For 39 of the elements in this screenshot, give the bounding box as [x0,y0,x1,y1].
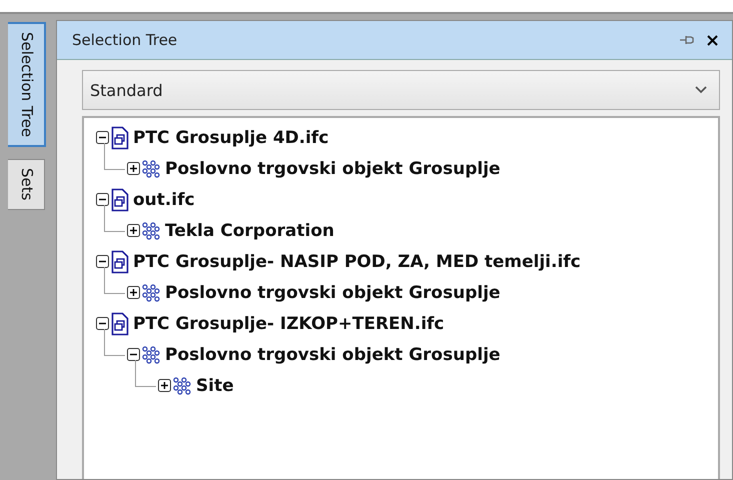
tree-line [104,329,125,356]
minus-icon[interactable] [96,317,109,330]
plus-icon[interactable] [127,286,140,299]
plus-icon[interactable] [158,379,171,392]
dots-icon [142,160,161,178]
dots-icon [173,376,192,394]
dropdown[interactable]: Standard [82,70,720,110]
tree-line [104,205,125,232]
tree-item[interactable]: PTC Grosuplje 4D.ifc [133,128,329,148]
plus-icon[interactable] [127,162,140,175]
tree-item[interactable]: Poslovno trgovski objekt Grosuplje [165,158,500,178]
dots-icon [142,222,161,240]
tree-item[interactable]: Poslovno trgovski objekt Grosuplje [165,344,500,364]
dots-icon [142,284,161,302]
document-icon [111,250,129,274]
tree-line [104,267,125,294]
document-icon [111,188,129,212]
pin-icon[interactable] [679,34,695,46]
chevron-icon [695,86,707,94]
document-icon [111,126,129,150]
close-icon[interactable] [707,34,718,46]
tree-item[interactable]: Poslovno trgovski objekt Grosuplje [165,282,500,302]
minus-icon[interactable] [127,348,140,361]
side-tab[interactable]: Selection Tree [8,22,46,148]
plus-icon[interactable] [127,224,140,237]
minus-icon[interactable] [96,193,109,206]
tree-item[interactable]: Site [196,376,234,396]
document-icon [111,312,129,336]
panel-title: Selection Tree [72,31,178,49]
tree-item[interactable]: out.ifc [133,190,195,210]
tree-line [104,143,125,170]
minus-icon[interactable] [96,255,109,268]
tree-item[interactable]: PTC Grosuplje- IZKOP+TEREN.ifc [133,314,444,334]
tree-item[interactable]: Tekla Corporation [165,220,334,240]
dots-icon [142,346,161,364]
side-tab[interactable]: Sets [8,159,45,210]
tree-item[interactable]: PTC Grosuplje- NASIP POD, ZA, MED temelji.ifc [133,252,581,272]
tree-line [135,360,156,387]
minus-icon[interactable] [96,131,109,144]
